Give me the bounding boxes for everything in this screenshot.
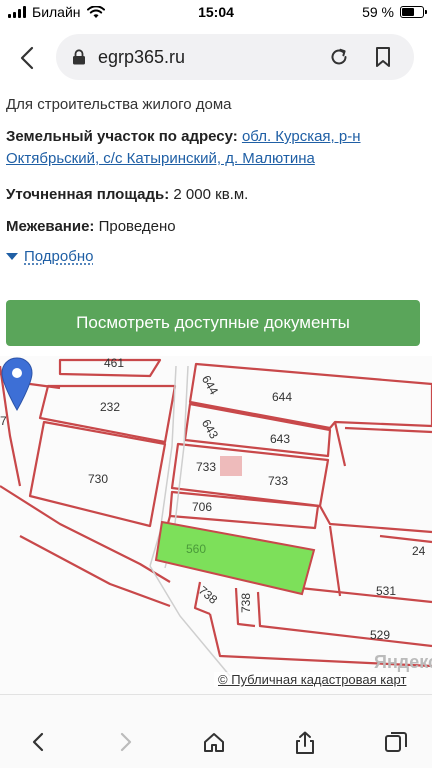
parcel-number: 24 [412, 544, 426, 558]
browser-toolbar [0, 694, 432, 768]
battery-icon [400, 6, 427, 18]
survey-label: Межевание: [6, 218, 95, 235]
location-pin-icon[interactable] [0, 356, 34, 412]
survey-value: Проведено [98, 218, 176, 235]
survey-row: Межевание: Проведено [6, 216, 426, 238]
area-label: Уточненная площадь: [6, 186, 170, 203]
parcel-number: 706 [192, 500, 213, 514]
address-link-line1[interactable]: обл. Курская, р-н [242, 128, 361, 145]
battery-percent: 59 % [362, 4, 394, 20]
address-row: Земельный участок по адресу: обл. Курска… [6, 126, 426, 170]
cadastral-map[interactable]: 461 232 644 644 643 643 7 730 733 733 70… [0, 356, 432, 694]
parcel-number: 531 [376, 584, 397, 598]
address-bar[interactable]: egrp365.ru [56, 34, 414, 80]
parcel-details: Для строительства жилого дома Земельный … [0, 88, 432, 352]
tabs-icon[interactable] [384, 731, 408, 753]
attribution-link[interactable]: © Публичная кадастровая карт [218, 672, 406, 687]
address-label: Земельный участок по адресу: [6, 128, 238, 145]
share-icon[interactable] [294, 731, 316, 755]
parcel-number: 560 [186, 542, 207, 556]
map-watermark: Яндекс [374, 652, 432, 672]
parcel-number: 733 [196, 460, 217, 474]
parcel-number: 644 [272, 390, 293, 404]
parcel-number: 643 [270, 432, 291, 446]
view-documents-button[interactable]: Посмотреть доступные документы [6, 300, 420, 346]
parcel-number: 730 [88, 472, 109, 486]
reload-icon[interactable] [328, 46, 350, 68]
home-icon[interactable] [202, 731, 226, 753]
lock-icon [73, 49, 85, 65]
status-bar: Билайн 15:04 59 % [0, 0, 432, 26]
parcel-lines [0, 358, 432, 677]
back-icon[interactable] [14, 44, 42, 72]
browser-nav-bar: egrp365.ru [0, 28, 432, 88]
parcel-number: 461 [104, 356, 125, 370]
battery-level [402, 8, 414, 16]
address-link-line2[interactable]: Октябрьский, с/с Катыринский, д. Малютин… [6, 150, 315, 167]
area-value: 2 000 кв.м. [173, 186, 249, 203]
area-row: Уточненная площадь: 2 000 кв.м. [6, 184, 426, 206]
parcel-purpose: Для строительства жилого дома [6, 96, 232, 113]
parcel-number: 733 [268, 474, 289, 488]
more-details-toggle[interactable]: Подробно [6, 248, 93, 265]
bookmark-icon[interactable] [374, 46, 392, 68]
more-details-label: Подробно [24, 248, 94, 265]
map-attribution[interactable]: © Публичная кадастровая карт [214, 672, 411, 687]
status-right: 59 % [362, 4, 427, 20]
caret-down-icon [6, 253, 18, 260]
back-icon[interactable] [30, 731, 46, 753]
parcel-number: 529 [370, 628, 391, 642]
parcel-number: 738 [239, 592, 254, 614]
parcel-number: 7 [0, 414, 7, 428]
forward-icon[interactable] [118, 731, 134, 753]
parcel-number: 232 [100, 400, 121, 414]
url-text: egrp365.ru [98, 47, 186, 67]
